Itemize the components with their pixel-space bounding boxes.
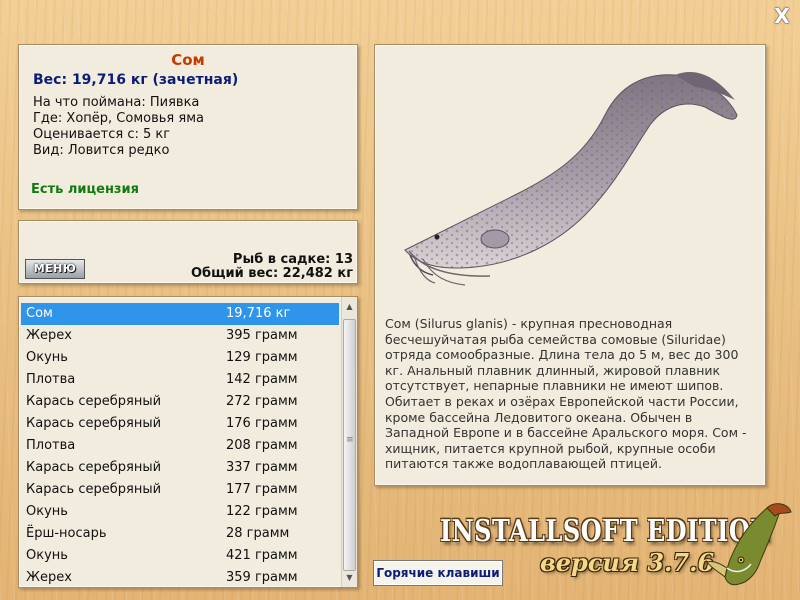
- scroll-up-icon[interactable]: ▲: [342, 299, 357, 314]
- catch-item-weight: 122 грамм: [226, 504, 298, 519]
- catch-item-name: Жерех: [26, 570, 72, 585]
- description-line: кг. Анальный плавник длинный, жировой пл…: [385, 362, 721, 378]
- scroll-thumb[interactable]: ≡: [343, 319, 356, 571]
- catch-item-weight: 28 грамм: [226, 526, 290, 541]
- description-line: хищник, питается крупной рыбой, крупные …: [385, 440, 716, 456]
- description-line: отсутствует, непарные плавники не имеют …: [385, 378, 724, 394]
- catch-item-weight: 176 грамм: [226, 416, 298, 431]
- pike-logo: [706, 503, 792, 586]
- catch-item-weight: 19,716 кг: [226, 306, 291, 321]
- license-status: Есть лицензия: [31, 182, 139, 197]
- catch-item-name: Карась серебряный: [26, 482, 162, 497]
- catch-list-item[interactable]: Карась серебряный 337 грамм: [21, 457, 339, 479]
- close-icon[interactable]: X: [772, 6, 792, 26]
- catch-item-weight: 208 грамм: [226, 438, 298, 453]
- menu-button[interactable]: МЕНЮ: [25, 259, 85, 279]
- catch-item-name: Ёрш-носарь: [26, 526, 107, 541]
- catch-item-weight: 129 грамм: [226, 350, 298, 365]
- catch-item-name: Карась серебряный: [26, 460, 162, 475]
- catch-list-scrollbar[interactable]: ▲ ≡ ▼: [341, 297, 357, 587]
- catch-list-item[interactable]: Жерех 395 грамм: [21, 325, 339, 347]
- description-line: Западной Европе и в бассейне Аральского …: [385, 425, 747, 441]
- catch-list-item[interactable]: Окунь 421 грамм: [21, 545, 339, 567]
- description-line: кроме бассейна Ледовитого океана. Обычен…: [385, 409, 693, 425]
- fish-description: Сом (Silurus glanis) - крупная пресновод…: [385, 316, 757, 472]
- fish-weight: Вес: 19,716 кг (зачетная): [33, 72, 239, 88]
- catch-item-weight: 177 грамм: [226, 482, 298, 497]
- scroll-down-icon[interactable]: ▼: [342, 570, 357, 585]
- catch-item-name: Окунь: [26, 350, 68, 365]
- fish-name: Сом: [171, 51, 205, 69]
- description-line: отряда сомообразные. Длина тела до 5 м, …: [385, 347, 739, 363]
- catch-item-weight: 395 грамм: [226, 328, 298, 343]
- place-line: Где: Хопёр, Сомовья яма: [33, 111, 204, 126]
- grip-icon: ≡: [346, 435, 354, 445]
- bait-line: На что поймана: Пиявка: [33, 95, 200, 110]
- catch-item-name: Жерех: [26, 328, 72, 343]
- fish-count: Рыб в садке: 13: [232, 252, 353, 267]
- catch-item-name: Карась серебряный: [26, 394, 162, 409]
- catch-list-item[interactable]: Окунь 129 грамм: [21, 347, 339, 369]
- catch-list-item[interactable]: Сом 19,716 кг: [21, 303, 339, 325]
- catch-list-item[interactable]: Карась серебряный 272 грамм: [21, 391, 339, 413]
- catch-item-name: Окунь: [26, 548, 68, 563]
- description-line: питаются также водоплавающей птицей.: [385, 456, 662, 472]
- fish-detail-panel: Сом (Silurus glanis) - крупная пресновод…: [374, 44, 766, 486]
- description-line: Сом (Silurus glanis) - крупная пресновод…: [385, 316, 673, 331]
- catch-info-panel: Сом Вес: 19,716 кг (зачетная) На что пой…: [18, 44, 358, 210]
- description-line: бесчешуйчатая рыба семейства сомовые (Si…: [385, 331, 726, 347]
- catch-list-item[interactable]: Карась серебряный 176 грамм: [21, 413, 339, 435]
- catch-list-item[interactable]: Плотва 208 грамм: [21, 435, 339, 457]
- catch-list[interactable]: Сом 19,716 кг Жерех 395 грамм Окунь 129 грамм…: [18, 296, 358, 588]
- catch-list-item[interactable]: Жерех 359 грамм: [21, 567, 339, 587]
- version-label: версия 3.7.6: [540, 548, 715, 577]
- total-weight: Общий вес: 22,482 кг: [190, 266, 353, 281]
- catch-item-name: Окунь: [26, 504, 68, 519]
- keepnet-summary-panel: МЕНЮ Рыб в садке: 13 Общий вес: 22,482 к…: [18, 220, 358, 284]
- rated-line: Оценивается с: 5 кг: [33, 127, 171, 142]
- catch-list-item[interactable]: Плотва 142 грамм: [21, 369, 339, 391]
- catch-list-item[interactable]: Ёрш-носарь 28 грамм: [21, 523, 339, 545]
- hotkeys-button[interactable]: Горячие клавиши: [373, 560, 503, 586]
- catch-list-item[interactable]: Карась серебряный 177 грамм: [21, 479, 339, 501]
- catch-list-item[interactable]: Окунь 122 грамм: [21, 501, 339, 523]
- kind-line: Вид: Ловится редко: [33, 143, 170, 158]
- catch-item-name: Сом: [26, 306, 53, 321]
- catch-item-weight: 359 грамм: [226, 570, 298, 585]
- catch-list-rows: Сом 19,716 кг Жерех 395 грамм Окунь 129 грамм…: [21, 303, 339, 587]
- catch-item-name: Плотва: [26, 372, 76, 387]
- catch-item-weight: 337 грамм: [226, 460, 298, 475]
- catch-item-weight: 421 грамм: [226, 548, 298, 563]
- catch-item-name: Карась серебряный: [26, 416, 162, 431]
- catfish-image: [404, 72, 738, 286]
- catch-item-weight: 272 грамм: [226, 394, 298, 409]
- catch-item-name: Плотва: [26, 438, 76, 453]
- catch-item-weight: 142 грамм: [226, 372, 298, 387]
- description-line: Обитает в реках и озёрах Европейской час…: [385, 393, 739, 409]
